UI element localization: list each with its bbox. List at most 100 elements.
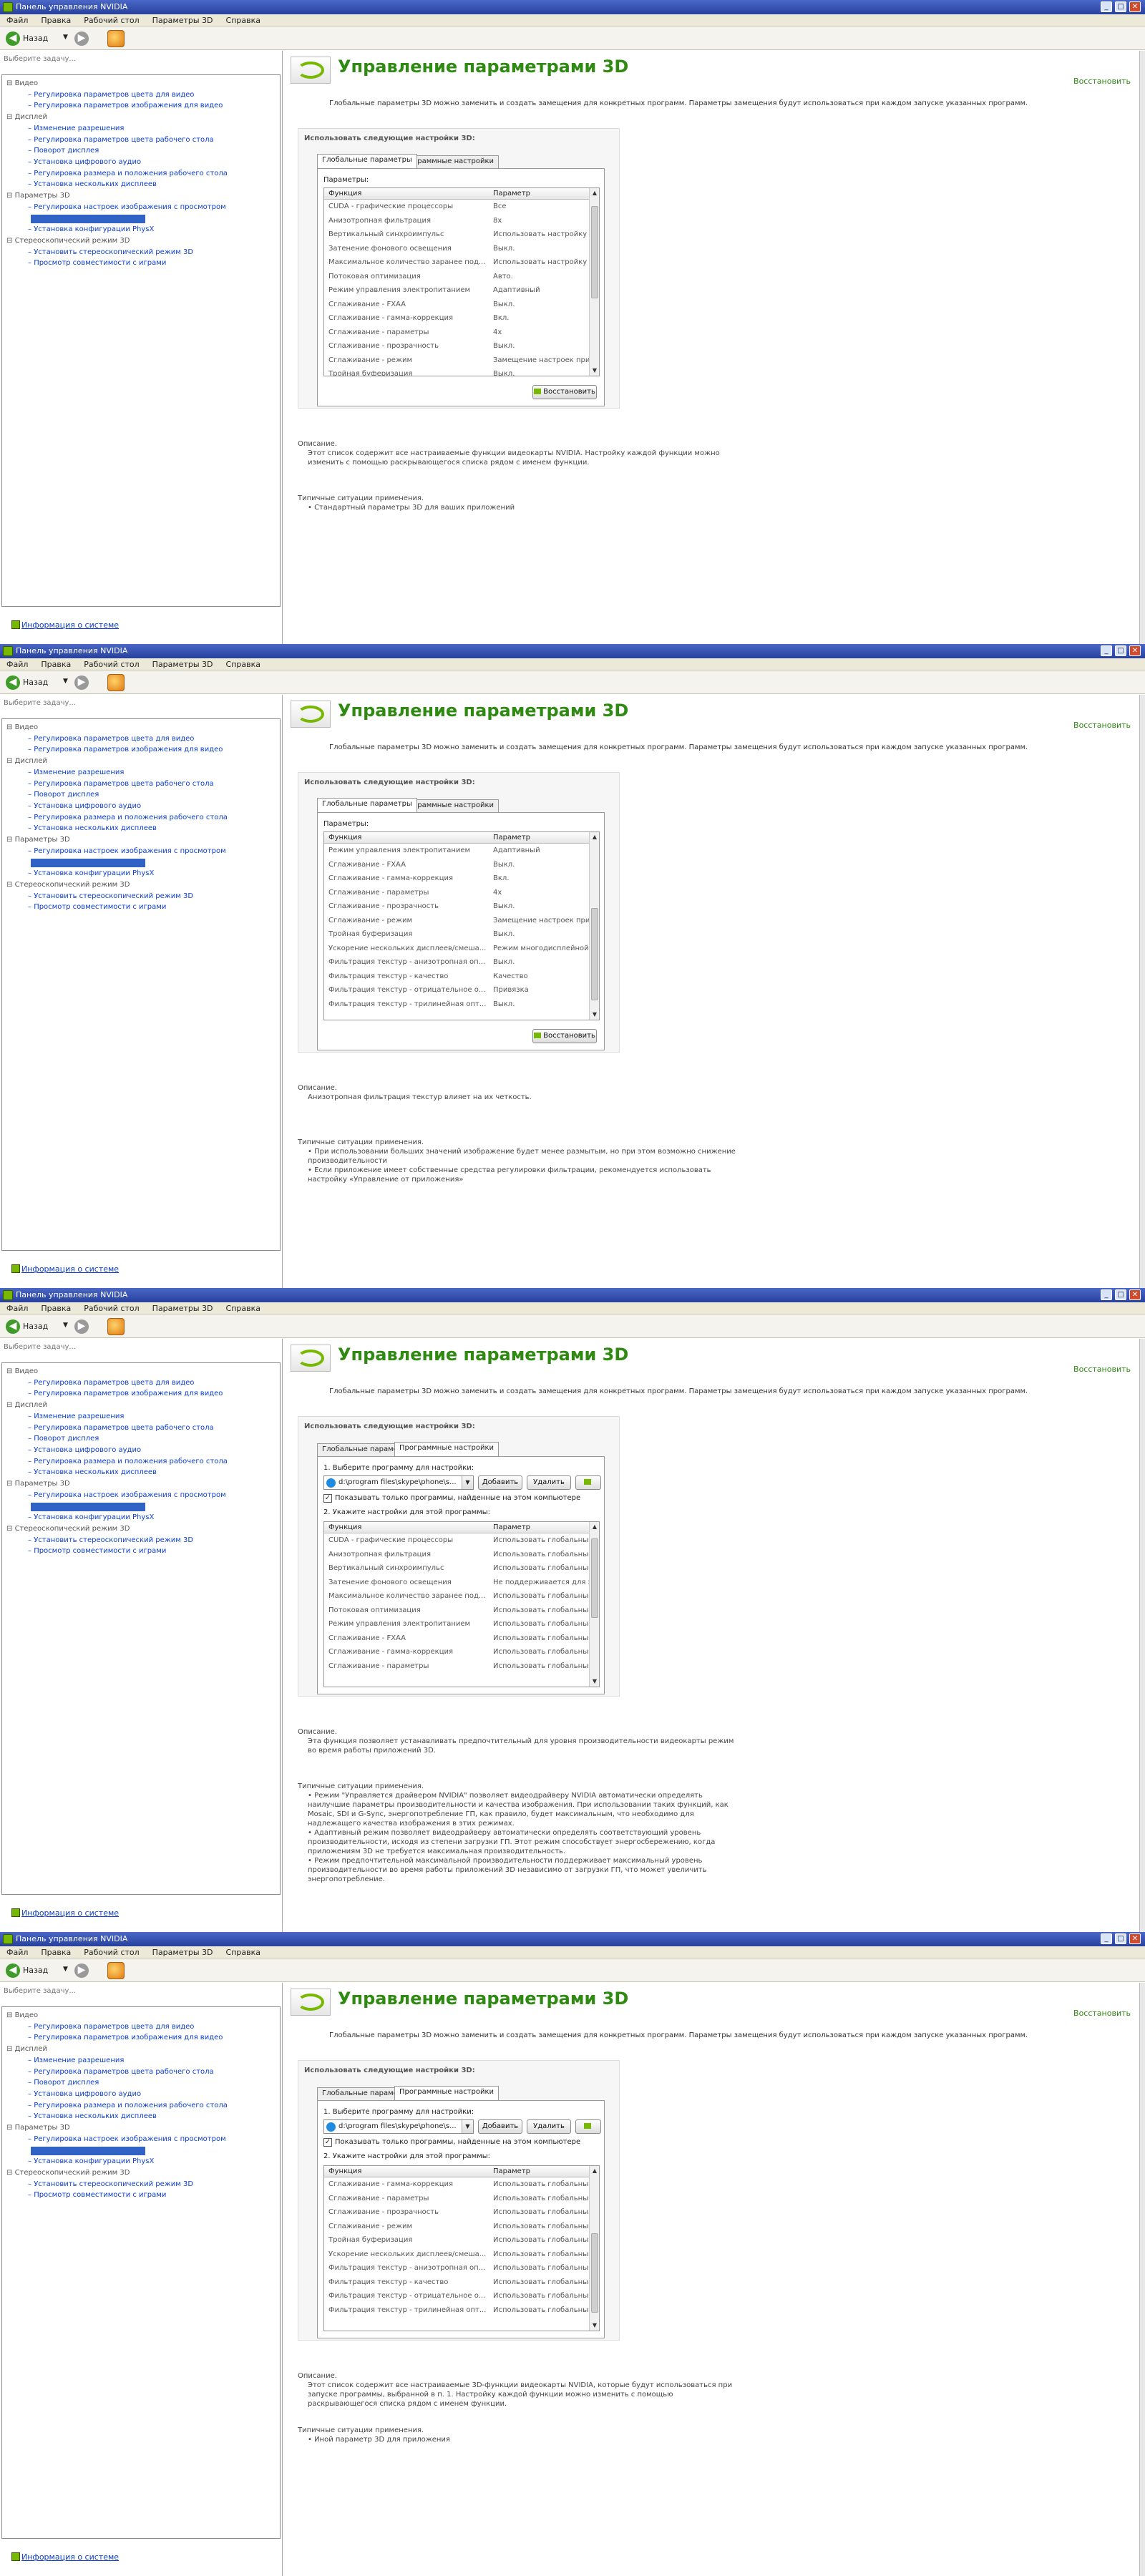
settings-row[interactable]: Тройная буферизация Использовать глобальн… [324, 2234, 590, 2248]
restore-defaults-link[interactable]: Восстановить [1073, 2009, 1131, 2018]
tree-category[interactable]: ⊟ Видео [6, 723, 38, 731]
maximize-icon[interactable]: □ [1115, 1933, 1126, 1944]
tab-global-settings[interactable]: Глобальные параметры [317, 154, 417, 168]
menu-edit[interactable]: Правка [34, 14, 77, 26]
settings-row[interactable]: Тройная буферизация Выкл. [324, 368, 590, 376]
settings-row[interactable]: Сглаживание - прозрачность Выкл. [324, 900, 590, 914]
grid-scrollbar[interactable]: ▲ ▼ [589, 2166, 599, 2331]
tree-link[interactable]: – Регулировка параметров цвета для видео [28, 91, 194, 99]
settings-row[interactable]: Сглаживание - прозрачность Использовать г… [324, 2206, 590, 2220]
scroll-up-icon[interactable]: ▲ [590, 2166, 599, 2176]
tree-category[interactable]: ⊟ Стереоскопический режим 3D [6, 237, 130, 245]
settings-row[interactable]: Тройная буферизация Выкл. [324, 928, 590, 942]
settings-row[interactable]: Потоковая оптимизация Авто. [324, 270, 590, 284]
settings-row[interactable]: Фильтрация текстур - отрицательное о... П… [324, 984, 590, 997]
column-header-value[interactable]: Параметр [493, 2167, 530, 2175]
restore-button[interactable]: Восстановить [532, 385, 597, 399]
settings-row[interactable]: Сглаживание - гамма-коррекция Вкл. [324, 312, 590, 326]
scroll-up-icon[interactable]: ▲ [590, 1522, 599, 1532]
restore-defaults-link[interactable]: Восстановить [1073, 77, 1131, 86]
settings-row[interactable]: Сглаживание - параметры 4x [324, 326, 590, 340]
minimize-icon[interactable]: _ [1101, 1, 1112, 12]
tree-link[interactable]: – Установить стереоскопический режим 3D [28, 248, 193, 256]
tree-link[interactable]: – Регулировка параметров изображения для… [28, 1390, 223, 1397]
program-select[interactable]: d:\program files\skype\phone\s... ▼ [323, 2119, 474, 2134]
menu-edit[interactable]: Правка [34, 1302, 77, 1314]
menu-3d-settings[interactable]: Параметры 3D [146, 14, 220, 26]
settings-row[interactable]: Сглаживание - режим Замещение настроек пр… [324, 354, 590, 368]
tree-link[interactable]: – Установка нескольких дисплеев [28, 824, 157, 832]
settings-row[interactable]: Сглаживание - гамма-коррекция Использоват… [324, 2178, 590, 2192]
scroll-thumb[interactable] [591, 2233, 598, 2313]
settings-row[interactable]: Затенение фонового освещения Выкл. [324, 243, 590, 256]
tree-expand-icon[interactable]: ⊟ [6, 1401, 15, 1409]
tree-link[interactable]: – Регулировка размера и положения рабоче… [28, 814, 228, 821]
tree-link[interactable]: – Регулировка параметров цвета рабочего … [28, 780, 214, 788]
restore-defaults-link[interactable]: Восстановить [1073, 1365, 1131, 1374]
settings-row[interactable]: Вертикальный синхроимпульс Использовать н… [324, 228, 590, 242]
back-button-label[interactable]: Назад [23, 678, 48, 687]
grid-scrollbar[interactable]: ▲ ▼ [589, 188, 599, 376]
tree-link[interactable]: – Поворот дисплея [28, 147, 99, 155]
tree-item-selected[interactable] [31, 1503, 145, 1512]
back-arrow-icon[interactable]: ◀ [6, 675, 20, 690]
tree-link[interactable]: – Просмотр совместимости с играми [28, 1547, 166, 1555]
back-arrow-icon[interactable]: ◀ [6, 31, 20, 46]
show-only-found-checkbox[interactable]: ✓ [323, 2138, 332, 2147]
menu-desktop[interactable]: Рабочий стол [77, 1302, 145, 1314]
tab-program-settings[interactable]: Программные настройки [394, 1442, 500, 1456]
tree-link[interactable]: – Установка конфигурации PhysX [28, 225, 154, 233]
grid-scrollbar[interactable]: ▲ ▼ [589, 1522, 599, 1687]
tree-category[interactable]: ⊟ Дисплей [6, 757, 47, 765]
tree-link[interactable]: – Установка нескольких дисплеев [28, 1468, 157, 1476]
tree-expand-icon[interactable]: ⊟ [6, 1367, 15, 1375]
home-icon[interactable] [107, 1962, 125, 1979]
home-icon[interactable] [107, 1318, 125, 1335]
tree-item-selected[interactable] [31, 2147, 145, 2156]
maximize-icon[interactable]: □ [1115, 645, 1126, 656]
tree-link[interactable]: – Изменение разрешения [28, 769, 124, 776]
tree-link[interactable]: – Установка цифрового аудио [28, 158, 141, 166]
tree-link[interactable]: – Поворот дисплея [28, 791, 99, 799]
add-program-button[interactable]: Добавить [478, 2119, 522, 2134]
menu-3d-settings[interactable]: Параметры 3D [146, 1946, 220, 1958]
scroll-down-icon[interactable]: ▼ [590, 1010, 599, 1020]
tree-category[interactable]: ⊟ Видео [6, 79, 38, 87]
tree-link[interactable]: – Просмотр совместимости с играми [28, 903, 166, 911]
tree-link[interactable]: – Установить стереоскопический режим 3D [28, 892, 193, 900]
minimize-icon[interactable]: _ [1101, 1933, 1112, 1944]
tree-link[interactable]: – Регулировка размера и положения рабоче… [28, 1458, 228, 1465]
menu-file[interactable]: Файл [0, 658, 34, 670]
maximize-icon[interactable]: □ [1115, 1289, 1126, 1300]
close-icon[interactable]: ✕ [1129, 645, 1141, 656]
settings-row[interactable]: Фильтрация текстур - качество Использоват… [324, 2276, 590, 2290]
settings-row[interactable]: Сглаживание - FXAA Использовать глобальны… [324, 1632, 590, 1646]
tree-expand-icon[interactable]: ⊟ [6, 2045, 15, 2053]
close-icon[interactable]: ✕ [1129, 1, 1141, 12]
minimize-icon[interactable]: _ [1101, 1289, 1112, 1300]
tree-category[interactable]: ⊟ Видео [6, 2011, 38, 2019]
tree-link[interactable]: – Регулировка настроек изображения с про… [28, 1491, 226, 1499]
tree-expand-icon[interactable]: ⊟ [6, 836, 15, 844]
settings-row[interactable]: CUDA - графические процессоры Использоват… [324, 1534, 590, 1548]
restore-button[interactable] [575, 2119, 601, 2134]
forward-arrow-icon[interactable]: ▶ [74, 1319, 89, 1334]
settings-row[interactable]: Сглаживание - гамма-коррекция Использоват… [324, 1646, 590, 1659]
tree-link[interactable]: – Просмотр совместимости с играми [28, 259, 166, 267]
menu-file[interactable]: Файл [0, 14, 34, 26]
scroll-thumb[interactable] [591, 206, 598, 298]
tree-link[interactable]: – Регулировка настроек изображения с про… [28, 847, 226, 855]
menu-3d-settings[interactable]: Параметры 3D [146, 1302, 220, 1314]
settings-row[interactable]: Сглаживание - параметры 4x [324, 887, 590, 900]
tree-expand-icon[interactable]: ⊟ [6, 2011, 15, 2019]
settings-row[interactable]: Фильтрация текстур - отрицательное о... И… [324, 2290, 590, 2303]
tree-link[interactable]: – Регулировка параметров изображения для… [28, 2034, 223, 2041]
settings-row[interactable]: CUDA - графические процессоры Все [324, 200, 590, 214]
menu-help[interactable]: Справка [220, 14, 267, 26]
settings-row[interactable]: Ускорение нескольких дисплеев/смеша... Ис… [324, 2248, 590, 2262]
tree-link[interactable]: – Регулировка параметров цвета рабочего … [28, 136, 214, 144]
settings-row[interactable]: Ускорение нескольких дисплеев/смеша... Ре… [324, 942, 590, 956]
tree-link[interactable]: – Регулировка параметров цвета для видео [28, 2023, 194, 2031]
show-only-found-checkbox[interactable]: ✓ [323, 1494, 332, 1503]
tree-link[interactable]: – Регулировка параметров изображения для… [28, 102, 223, 109]
